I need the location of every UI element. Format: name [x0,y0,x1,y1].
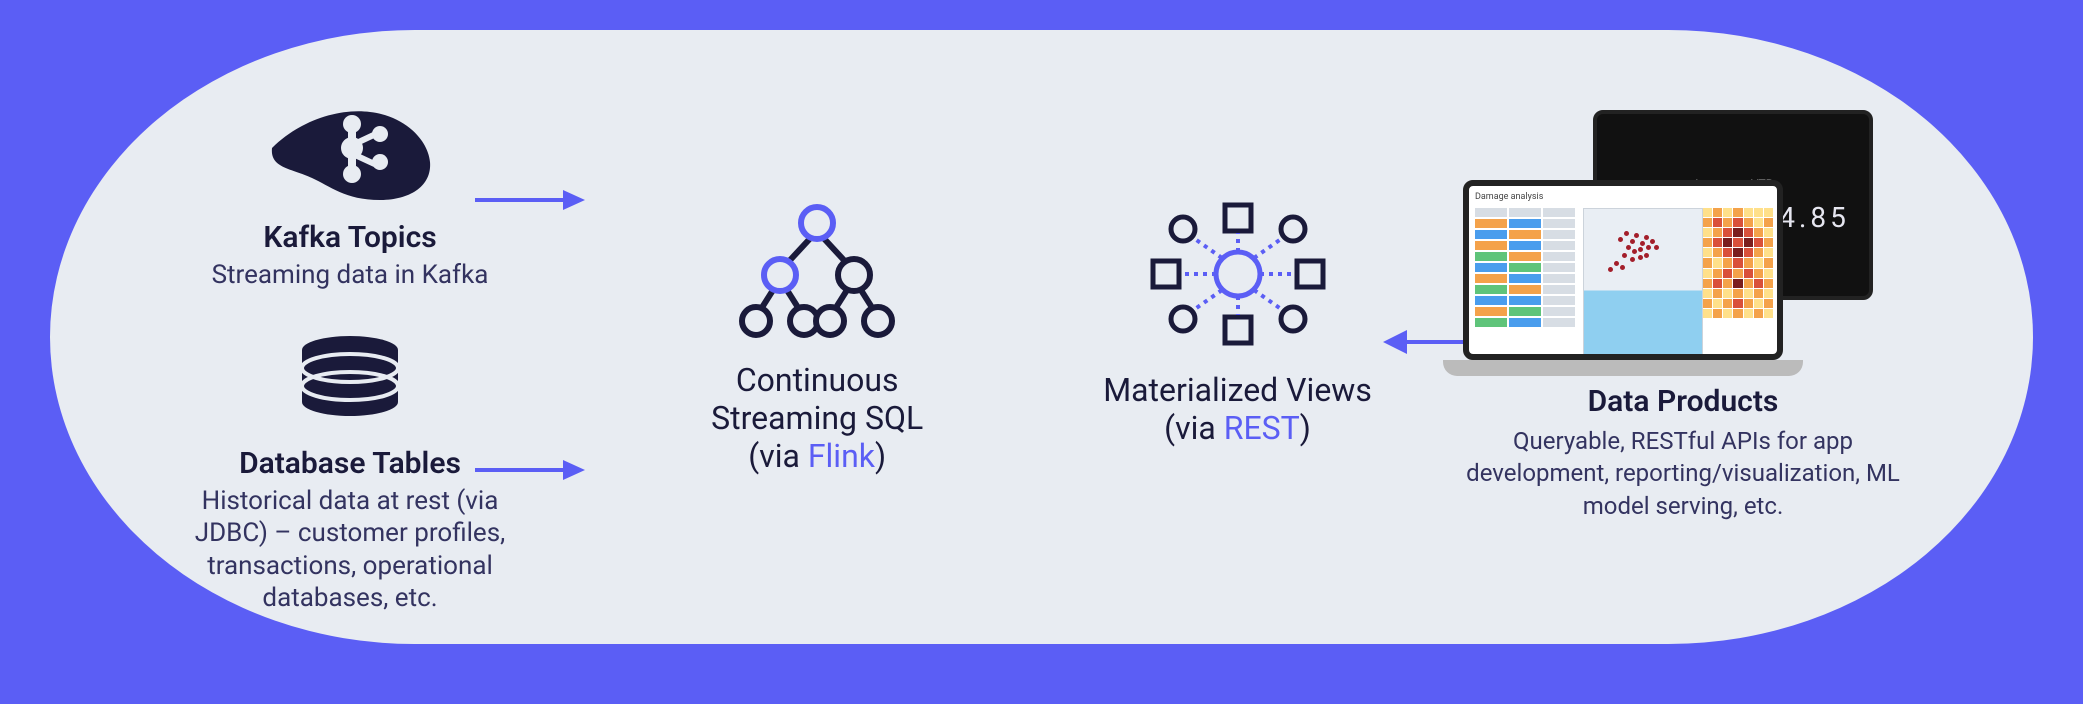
sql-line1: Continuous [736,361,899,399]
database-title: Database Tables [239,446,461,481]
laptop-title: Damage analysis [1475,192,1543,202]
arrow-kafka-to-sql [475,190,585,210]
kafka-title: Kafka Topics [263,220,436,255]
mv-line2-suffix: ) [1300,409,1311,447]
laptop-screen: Damage analysis [1463,180,1783,360]
mv-line2-accent: REST [1224,409,1300,447]
sql-line3-prefix: (via [748,437,808,475]
laptop-map [1583,208,1703,358]
pipeline-container: Kafka Topics Streaming data in Kafka Dat… [50,30,2033,644]
mv-line2: (via REST) [1164,409,1311,447]
laptop-heatmap [1703,208,1773,318]
sql-line2: Streaming SQL [711,399,923,437]
database-icon [285,332,415,436]
kafka-icon [260,90,440,210]
mv-line1: Materialized Views [1103,371,1372,409]
laptop-mockup: Damage analysis [1463,180,1783,380]
data-products-subtitle: Queryable, RESTful APIs for app developm… [1448,425,1918,522]
sql-line3-accent: Flink [808,437,875,475]
data-products-title: Data Products [1588,384,1779,419]
center-row: Continuous Streaming SQL (via Flink) [711,199,1372,475]
streaming-sql-block: Continuous Streaming SQL (via Flink) [711,199,923,475]
kafka-subtitle: Streaming data in Kafka [212,259,489,292]
arrow-db-to-sql [475,460,585,480]
laptop-table [1475,208,1575,327]
laptop-base [1443,360,1803,376]
sources-column: Kafka Topics Streaming data in Kafka Dat… [170,90,530,615]
data-products-column: Agronomy VTR 3.45 2.10 4.85 Damage analy… [1443,110,1923,522]
mv-line2-prefix: (via [1164,409,1224,447]
sql-line3-suffix: ) [875,437,886,475]
hub-network-icon [1143,199,1333,353]
database-subtitle: Historical data at rest (via JDBC) – cus… [170,485,530,615]
tree-graph-icon [732,199,902,343]
materialized-views-block: Materialized Views (via REST) [1103,199,1372,447]
sql-line3: (via Flink) [748,437,886,475]
devices-mockup: Agronomy VTR 3.45 2.10 4.85 Damage analy… [1463,110,1903,370]
